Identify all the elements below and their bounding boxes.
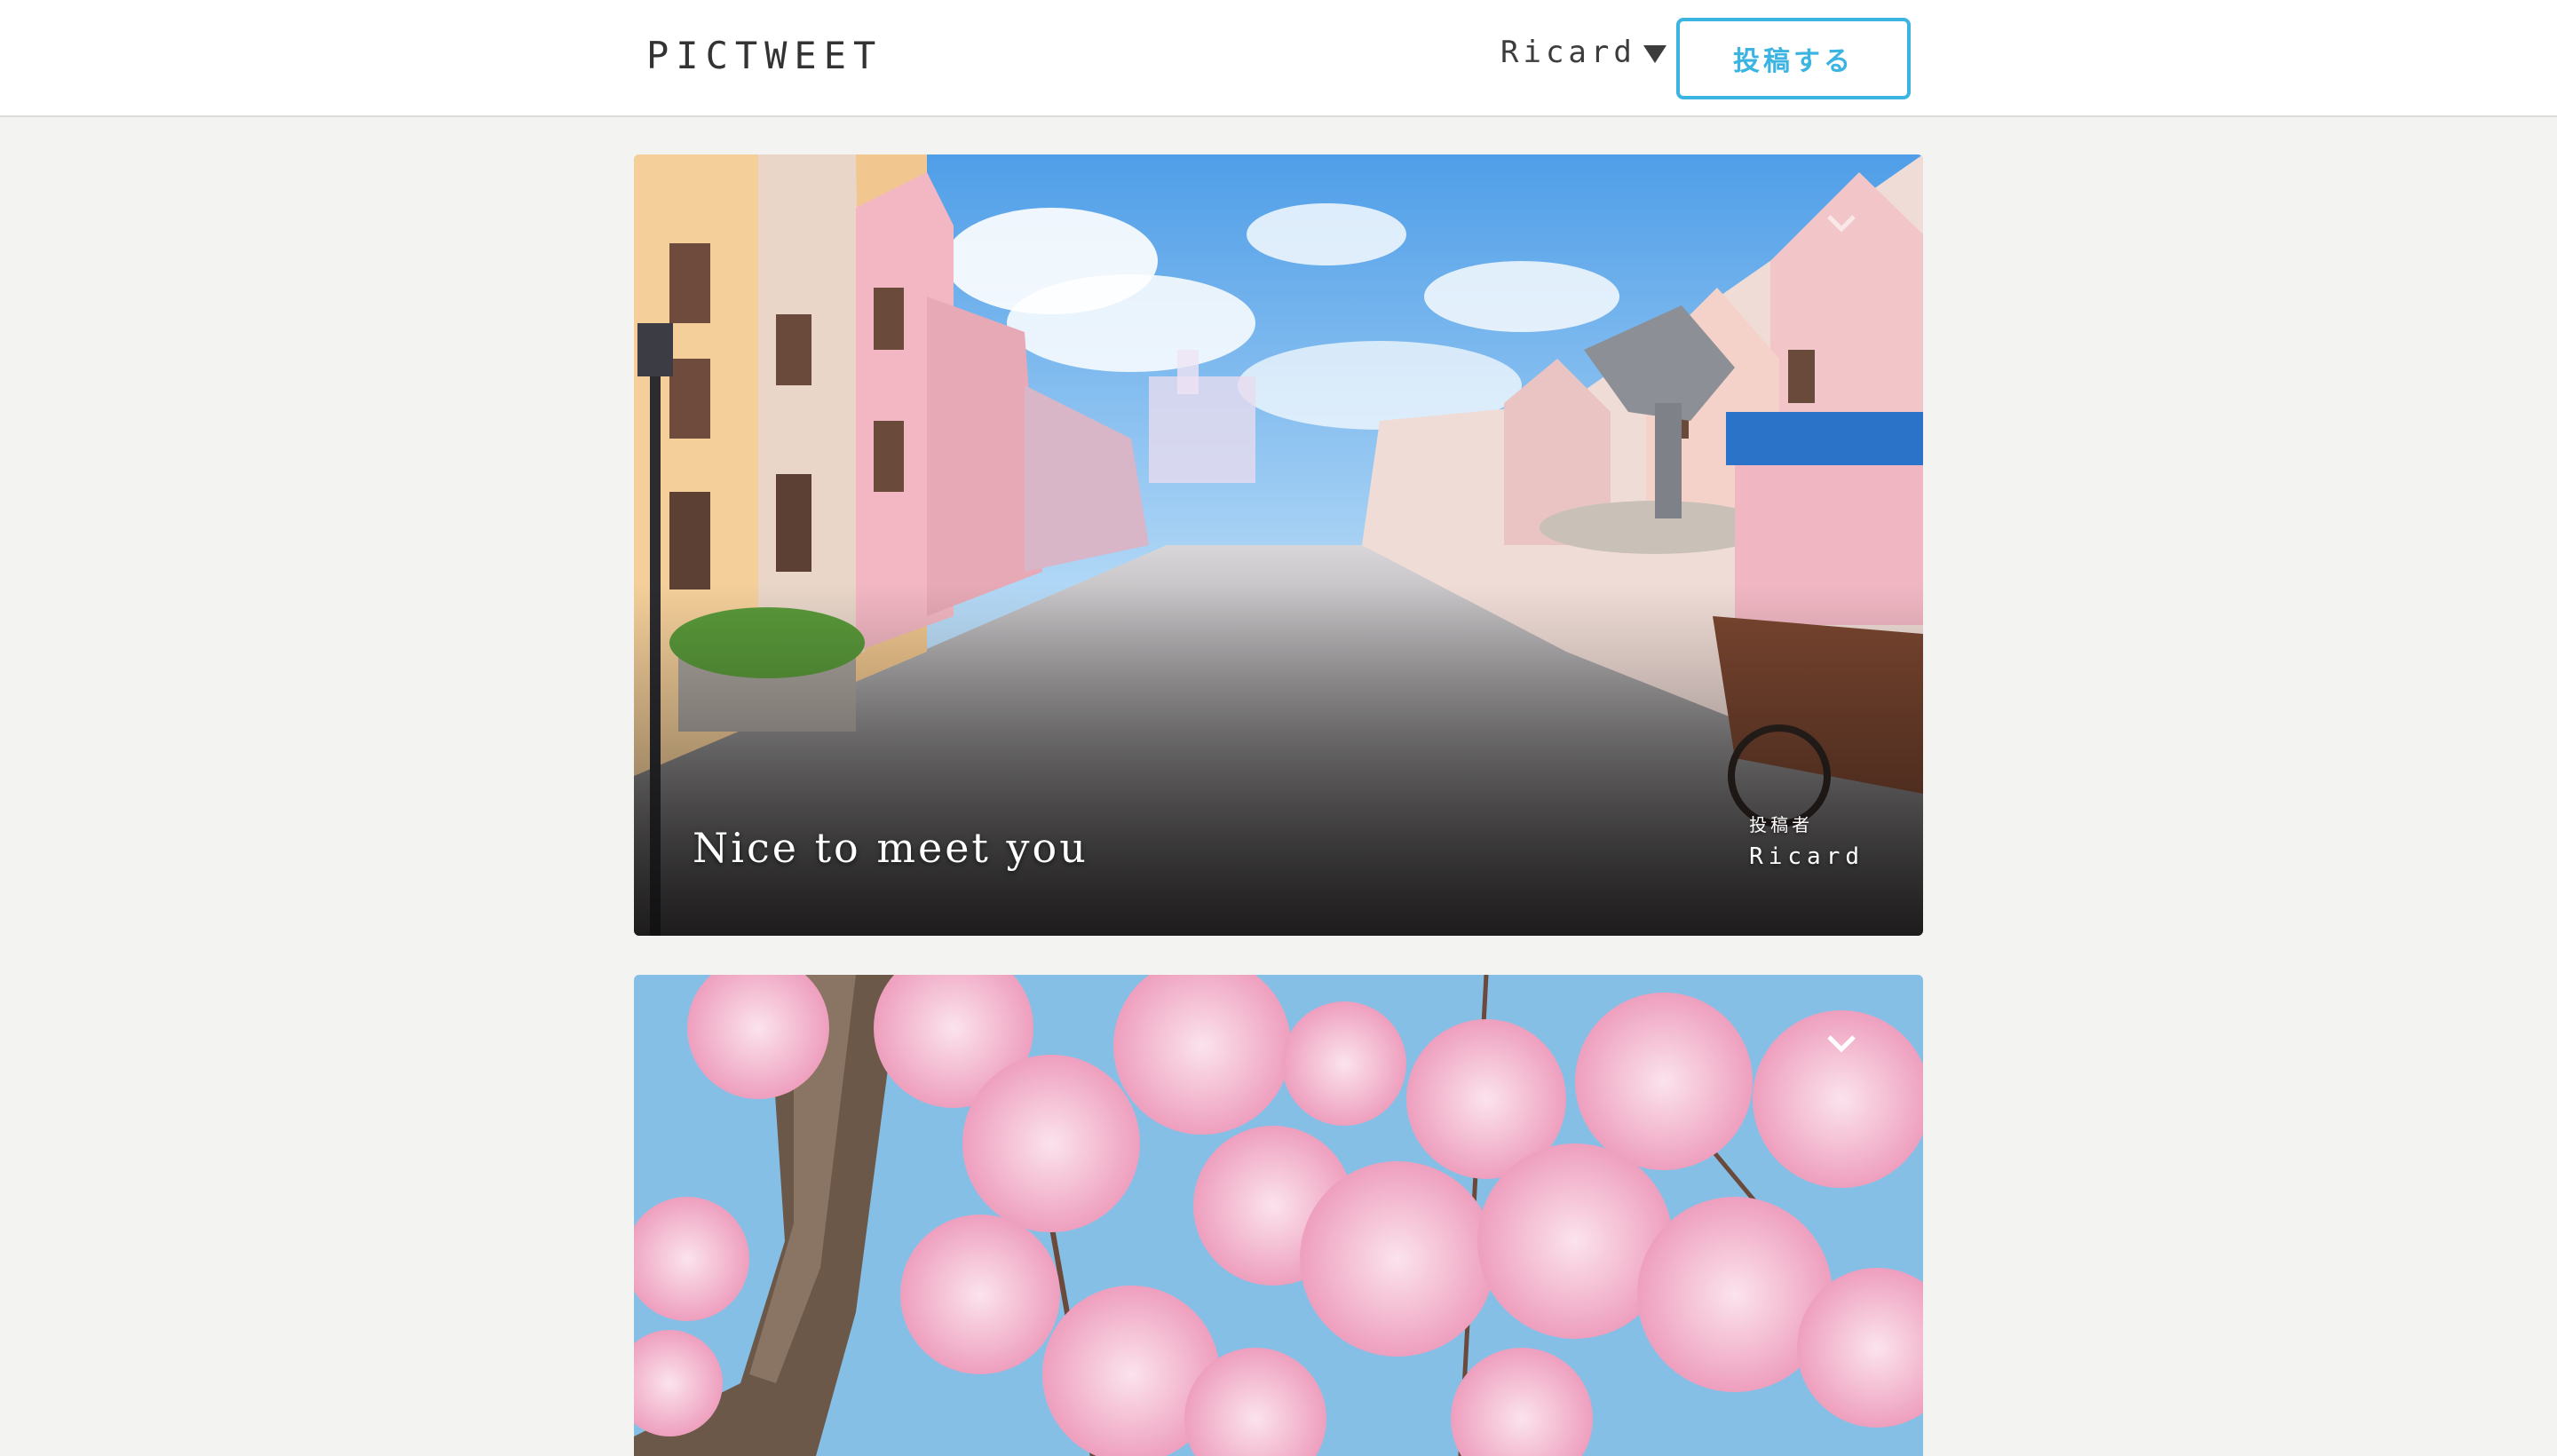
site-logo[interactable]: PICTWEET: [646, 34, 883, 77]
post-image: [634, 154, 1923, 936]
chevron-down-icon[interactable]: [1822, 1023, 1861, 1062]
caret-down-icon: [1643, 45, 1666, 63]
post-card[interactable]: Nice to meet you 投稿者 Ricard: [634, 154, 1923, 936]
user-menu[interactable]: Ricard: [1500, 32, 1666, 73]
post-card[interactable]: [634, 975, 1923, 1456]
author-label: 投稿者: [1749, 814, 1814, 835]
user-name: Ricard: [1500, 35, 1636, 70]
post-author: 投稿者 Ricard: [1749, 811, 1864, 870]
chevron-down-icon[interactable]: [1822, 202, 1861, 241]
post-title: Nice to meet you: [693, 824, 1089, 872]
author-name[interactable]: Ricard: [1749, 843, 1864, 870]
post-image: [634, 975, 1923, 1456]
site-header: PICTWEET Ricard 投稿する: [0, 0, 2557, 117]
post-button[interactable]: 投稿する: [1676, 18, 1911, 99]
